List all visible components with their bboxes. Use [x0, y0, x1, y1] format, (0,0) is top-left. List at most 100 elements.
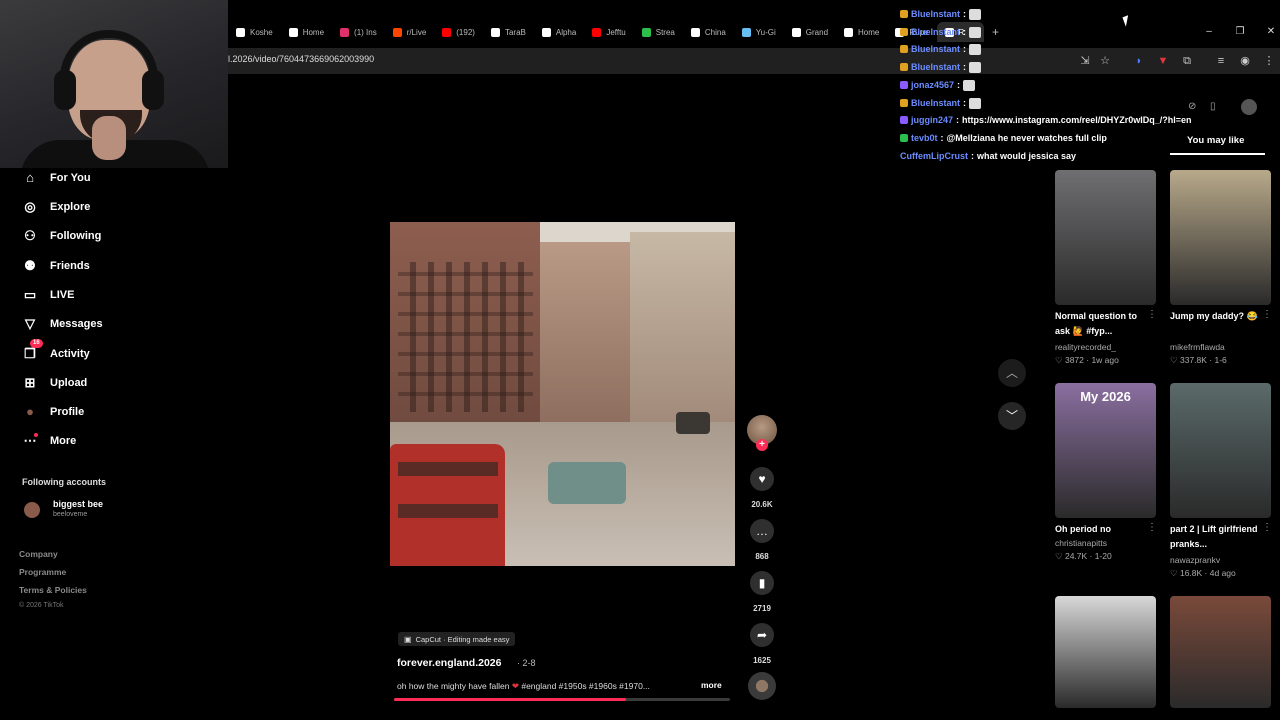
- browser-tab[interactable]: (192): [434, 22, 483, 42]
- more-link[interactable]: more: [701, 680, 722, 690]
- footer-link-company[interactable]: Company: [19, 549, 58, 559]
- chat-message: BlueInstant:: [900, 24, 982, 40]
- following-account-avatar[interactable]: [24, 502, 40, 518]
- like-button[interactable]: ♥: [750, 467, 774, 491]
- footer-link-programme[interactable]: Programme: [19, 567, 66, 577]
- browser-tab[interactable]: r/Live: [385, 22, 435, 42]
- share-count: 1625: [753, 656, 771, 665]
- browser-tab[interactable]: (1) Ins: [332, 22, 385, 42]
- chat-badge-icon: [900, 28, 908, 36]
- x-logo-icon: [791, 27, 801, 37]
- video-author[interactable]: forever.england.2026: [397, 657, 501, 669]
- chat-message: BlueInstant:: [900, 95, 982, 111]
- chat-username: jonaz4567: [911, 80, 955, 90]
- video-building: [540, 242, 630, 422]
- heart-icon: ♥: [758, 472, 766, 486]
- kebab-menu-icon[interactable]: ⋮: [1262, 522, 1272, 533]
- kebab-menu-icon[interactable]: ⋮: [1147, 522, 1157, 533]
- browser-tab[interactable]: Yu-Gi: [734, 22, 784, 42]
- kebab-menu-icon[interactable]: ⋮: [1262, 309, 1272, 320]
- x-logo-icon: [236, 27, 245, 37]
- video-player[interactable]: [390, 222, 735, 566]
- sidebar-item-messages[interactable]: ▽ Messages: [22, 314, 103, 334]
- instagram-icon: [340, 27, 350, 37]
- sidebar-item-for-you[interactable]: ⌂ For You: [22, 168, 90, 188]
- footer-link-terms[interactable]: Terms & Policies: [19, 585, 87, 595]
- x-logo-icon: [288, 27, 298, 37]
- capcut-icon: ▣: [404, 634, 412, 644]
- follow-plus-icon[interactable]: +: [756, 439, 768, 451]
- recommended-video-thumbnail[interactable]: My 2026: [1055, 383, 1156, 518]
- recommended-video-title[interactable]: Oh period no: [1055, 522, 1147, 537]
- messages-icon: ▽: [25, 316, 35, 331]
- share-arrow-icon: ➦: [756, 628, 768, 642]
- following-account-name[interactable]: biggest bee: [53, 499, 103, 509]
- red-heart-icon: ❤: [511, 681, 519, 691]
- recommended-video-stats: ♡ 3872 · 1w ago: [1055, 355, 1119, 365]
- following-account-handle[interactable]: beeloveme: [53, 511, 87, 518]
- recommended-video-title[interactable]: Normal question to ask 🙋 #fyp...: [1055, 309, 1147, 339]
- recommended-video-author[interactable]: nawazprankv: [1170, 555, 1220, 565]
- sidebar-item-upload[interactable]: ⊞ Upload: [22, 373, 88, 393]
- headphones-band: [60, 30, 158, 78]
- browser-tab[interactable]: TaraB: [483, 22, 534, 42]
- home-icon: ⌂: [26, 170, 34, 185]
- notification-badge: 16: [30, 339, 43, 348]
- music-disc-icon[interactable]: [748, 672, 776, 700]
- recommended-video-title[interactable]: part 2 | Lift girlfriend pranks...: [1170, 522, 1262, 552]
- recommended-video-author[interactable]: christianapitts: [1055, 538, 1107, 548]
- previous-video-button[interactable]: ︿: [998, 359, 1026, 387]
- url-text[interactable]: l.2026/video/7604473669062003990: [228, 54, 374, 64]
- browser-tab[interactable]: Grand: [784, 22, 836, 42]
- chat-username: CuffemLipCrust: [900, 151, 968, 161]
- recommended-video-thumbnail[interactable]: [1055, 596, 1156, 708]
- stream-chat-overlay: BlueInstant: BlueInstant: BlueInstant: Blue…: [900, 0, 1280, 165]
- following-accounts-title: Following accounts: [22, 477, 107, 487]
- chat-emote-icon: [969, 26, 982, 38]
- recommended-video-thumbnail[interactable]: [1170, 596, 1271, 708]
- chat-username: BlueInstant: [911, 98, 961, 108]
- following-icon: ⚇: [24, 228, 36, 243]
- share-button[interactable]: ➦: [750, 623, 774, 647]
- recommended-video-title[interactable]: Jump my daddy? 😂: [1170, 309, 1262, 324]
- browser-tab[interactable]: Home: [281, 22, 332, 42]
- browser-tab[interactable]: China: [683, 22, 734, 42]
- browser-tab[interactable]: Koshe: [228, 22, 281, 42]
- headphones-left: [54, 70, 76, 110]
- capcut-tag[interactable]: ▣ CapCut · Editing made easy: [398, 632, 516, 646]
- more-icon: ⋯: [23, 433, 38, 448]
- browser-tab[interactable]: Jefftu: [584, 22, 633, 42]
- sidebar-item-live[interactable]: ▭ LIVE: [22, 285, 75, 305]
- tab-label: Strea: [655, 27, 675, 37]
- recommended-video-author[interactable]: realityrecorded_: [1055, 342, 1116, 352]
- chat-separator: :: [963, 9, 967, 19]
- recommended-video-thumbnail[interactable]: [1170, 170, 1271, 305]
- next-video-button[interactable]: ﹀: [998, 402, 1026, 430]
- browser-tab[interactable]: Home: [836, 22, 887, 42]
- chat-emote-icon: [969, 97, 982, 109]
- compass-icon: ◎: [24, 199, 36, 214]
- sidebar-item-following[interactable]: ⚇ Following: [22, 226, 101, 246]
- sidebar-item-more[interactable]: ⋯ More: [22, 431, 76, 451]
- video-building: [630, 232, 735, 432]
- chat-separator: :: [940, 133, 944, 143]
- recommended-video-thumbnail[interactable]: [1055, 170, 1156, 305]
- browser-tab[interactable]: Strea: [634, 22, 683, 42]
- recommended-video-thumbnail[interactable]: [1170, 383, 1271, 518]
- description-tags[interactable]: #england #1950s #1960s #1970...: [521, 681, 650, 691]
- recommended-video-author[interactable]: mikefrmflawda: [1170, 342, 1225, 352]
- sidebar-item-explore[interactable]: ◎ Explore: [22, 197, 90, 217]
- save-button[interactable]: ▮: [750, 571, 774, 595]
- comment-button[interactable]: …: [750, 519, 774, 543]
- sidebar-item-profile[interactable]: ● Profile: [22, 402, 84, 422]
- video-progress-fill: [394, 698, 626, 701]
- x-logo-icon: [844, 27, 854, 37]
- chat-emote-icon: [969, 43, 982, 55]
- browser-tab[interactable]: Alpha: [534, 22, 584, 42]
- kebab-menu-icon[interactable]: ⋮: [1147, 309, 1157, 320]
- chat-username: BlueInstant: [911, 9, 961, 19]
- sidebar-item-activity[interactable]: ❐ 16 Activity: [22, 339, 90, 364]
- chat-text: https://www.instagram.com/reel/DHYZr0wID…: [962, 115, 1192, 125]
- capcut-label: CapCut · Editing made easy: [415, 634, 510, 644]
- sidebar-item-friends[interactable]: ⚉ Friends: [22, 256, 90, 276]
